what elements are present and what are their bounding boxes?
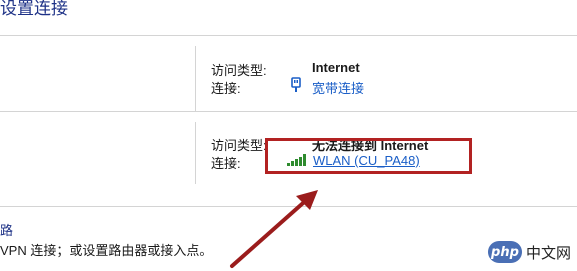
annotation-arrow [230, 190, 318, 268]
watermark-text: 中文网 [525, 243, 571, 262]
setup-description: VPN 连接；或设置路由器或接入点。 [0, 243, 213, 258]
watermark: php 中文网 [487, 241, 571, 263]
setup-heading[interactable]: 路 [0, 220, 13, 239]
php-logo: php [487, 241, 522, 263]
